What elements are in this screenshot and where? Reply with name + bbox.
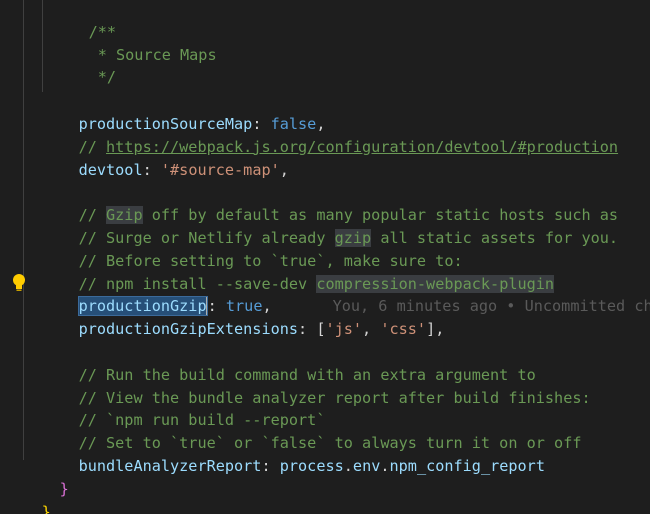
code-line-current[interactable]: productionGzip: true,	[42, 272, 272, 316]
code-line[interactable]: // View the bundle analyzer report after…	[42, 364, 591, 407]
code-line[interactable]: // Before setting to `true`, make sure t…	[42, 227, 463, 270]
code-line[interactable]: // Set to `true` or `false` to always tu…	[42, 409, 582, 452]
code-line[interactable]: // npm install --save-dev compression-we…	[42, 250, 555, 293]
code-line[interactable]: // Run the build command with an extra a…	[42, 341, 536, 384]
code-line[interactable]: // Gzip off by default as many popular s…	[42, 181, 618, 224]
property-key: devtool	[78, 160, 143, 179]
code-line[interactable]: * Source Maps	[52, 21, 217, 64]
closing-brace: }	[59, 479, 69, 498]
punctuation: : [	[298, 319, 326, 338]
punctuation: .	[380, 456, 390, 475]
code-line[interactable]: // https://webpack.js.org/configuration/…	[42, 113, 618, 156]
string-value: 'css'	[380, 319, 427, 338]
punctuation: ],	[426, 319, 445, 338]
punctuation: :	[261, 456, 280, 475]
code-line[interactable]: }	[5, 478, 51, 514]
code-line[interactable]: productionSourceMap: false,	[42, 90, 326, 133]
variable: env	[352, 456, 381, 475]
code-line[interactable]: bundleAnalyzerReport: process.env.npm_co…	[42, 432, 545, 475]
code-line[interactable]: }	[23, 455, 69, 498]
indent-guide	[23, 0, 24, 460]
code-line[interactable]: devtool: '#source-map',	[42, 136, 289, 179]
lightbulb-icon[interactable]	[10, 272, 28, 294]
comment-text: */	[88, 67, 117, 86]
indent-guide	[42, 0, 43, 92]
code-line[interactable]: productionGzipExtensions: ['js', 'css'],	[42, 295, 445, 338]
git-blame-annotation[interactable]: You, 6 minutes ago • Uncommitted changes	[296, 272, 650, 315]
code-line[interactable]: // Surge or Netlify already gzip all sta…	[42, 204, 618, 247]
code-editor[interactable]: /** * Source Maps */ productionSourceMap…	[0, 0, 650, 514]
code-line[interactable]: */	[52, 43, 116, 86]
punctuation: .	[343, 456, 353, 475]
property-key: productionGzipExtensions	[78, 319, 299, 338]
punctuation: ,	[279, 160, 289, 179]
variable: process	[279, 456, 344, 475]
property-key: bundleAnalyzerReport	[78, 456, 262, 475]
string-value: '#source-map'	[160, 160, 280, 179]
punctuation: :	[142, 160, 161, 179]
string-value: 'js'	[325, 319, 363, 338]
punctuation: ,	[362, 319, 381, 338]
code-line[interactable]: // `npm run build --report`	[42, 386, 326, 429]
variable: npm_config_report	[389, 456, 545, 475]
code-line[interactable]: /**	[52, 0, 116, 41]
closing-brace: }	[41, 502, 51, 514]
